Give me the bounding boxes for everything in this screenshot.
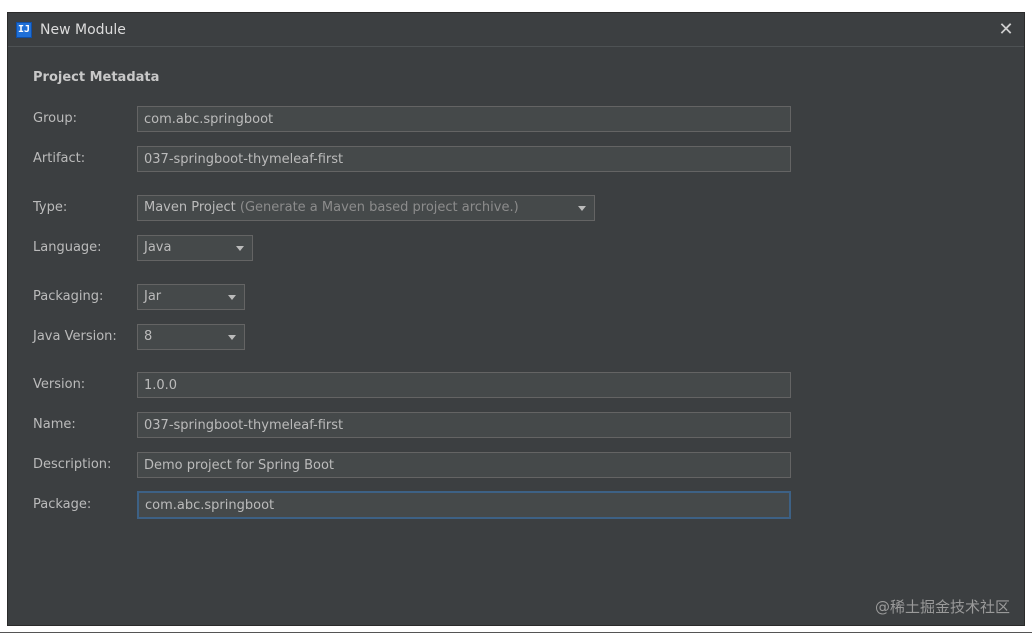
language-value: Java [144,240,172,255]
packaging-label: Packaging: [33,289,104,304]
packaging-value: Jar [144,289,162,304]
package-input[interactable] [137,491,791,519]
type-hint: (Generate a Maven based project archive.… [239,200,519,215]
package-label: Package: [33,497,92,512]
java-version-value: 8 [144,329,153,344]
watermark: @稀土掘金技术社区 [874,598,1010,616]
description-label: Description: [33,457,112,472]
name-label: Name: [33,417,76,432]
divider [0,632,1032,633]
type-value: Maven Project [144,200,236,215]
chevron-down-icon [236,246,244,251]
java-version-select[interactable]: 8 [137,324,245,350]
artifact-label: Artifact: [33,151,86,166]
intellij-icon: IJ [16,22,32,38]
title-bar: IJ New Module ✕ [8,13,1024,47]
java-version-label: Java Version: [33,329,117,344]
chevron-down-icon [228,295,236,300]
new-module-dialog: IJ New Module ✕ Project Metadata Group: … [7,12,1025,626]
chevron-down-icon [228,335,236,340]
language-select[interactable]: Java [137,235,253,261]
version-label: Version: [33,377,86,392]
type-label: Type: [33,200,68,215]
version-input[interactable] [137,372,791,398]
section-title: Project Metadata [33,70,160,85]
type-select[interactable]: Maven Project (Generate a Maven based pr… [137,195,595,221]
group-input[interactable] [137,106,791,132]
chevron-down-icon [578,206,586,211]
close-icon[interactable]: ✕ [994,18,1018,42]
packaging-select[interactable]: Jar [137,284,245,310]
group-label: Group: [33,111,77,126]
artifact-input[interactable] [137,146,791,172]
description-input[interactable] [137,452,791,478]
name-input[interactable] [137,412,791,438]
language-label: Language: [33,240,102,255]
window-title: New Module [40,22,126,38]
